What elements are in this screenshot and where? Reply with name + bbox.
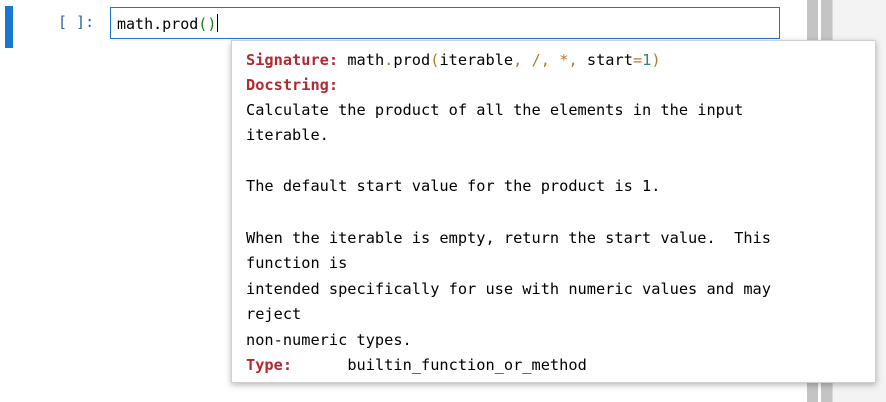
doc-line: Calculate the product of all the element… <box>246 101 744 119</box>
docstring-label: Docstring: <box>246 76 339 94</box>
code-text: math.prod <box>117 15 199 33</box>
doc-line: When the iterable is empty, return the s… <box>246 229 771 247</box>
doc-line: non-numeric types. <box>246 331 412 349</box>
cell-selection-indicator <box>5 6 13 48</box>
type-label: Type: <box>246 356 293 374</box>
text-cursor <box>217 14 219 32</box>
type-value: builtin_function_or_method <box>347 356 587 374</box>
doc-line: intended specifically for use with numer… <box>246 280 771 298</box>
cell-input-prompt: [ ]: <box>58 13 95 31</box>
signature-line: Signature: math.prod(iterable, /, *, sta… <box>246 51 661 69</box>
doc-line: function is <box>246 254 348 272</box>
type-line: Type: builtin_function_or_method <box>246 356 587 374</box>
signature-label: Signature: <box>246 51 339 69</box>
doc-line: reject <box>246 305 302 323</box>
inspect-tooltip: Signature: math.prod(iterable, /, *, sta… <box>231 40 876 383</box>
close-paren: ) <box>207 15 217 33</box>
doc-line: iterable. <box>246 126 329 144</box>
code-cell-editor[interactable]: math.prod() <box>110 7 780 39</box>
open-paren: ( <box>198 15 208 33</box>
doc-line: The default start value for the product … <box>246 177 661 195</box>
code-line: math.prod() <box>117 14 219 33</box>
